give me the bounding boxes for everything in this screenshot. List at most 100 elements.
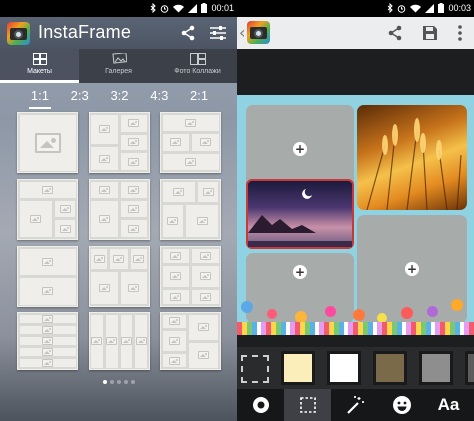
swatch-color[interactable] (419, 351, 453, 385)
ratio-option[interactable]: 1:1 (28, 88, 52, 109)
layout-cell (19, 278, 76, 305)
page-dot (123, 380, 128, 384)
layout-cell (189, 314, 219, 340)
tab-gallery[interactable]: Галерея (79, 49, 158, 83)
image-placeholder-icon (168, 317, 180, 326)
night-sky-photo (248, 189, 352, 247)
layout-thumbnail[interactable] (88, 312, 150, 370)
smiley-icon (392, 396, 411, 414)
image-placeholder-icon (34, 132, 61, 153)
gallery-icon (111, 53, 127, 64)
image-placeholder-icon (168, 336, 180, 345)
layout-cell (120, 220, 147, 238)
text-tool[interactable]: Aa (425, 389, 472, 421)
layout-cell (192, 266, 219, 287)
layout-cell (162, 353, 187, 368)
share-button[interactable] (385, 23, 405, 43)
image-placeholder-icon (199, 272, 211, 281)
image-placeholder-icon (91, 337, 103, 345)
status-bar: 00:03 (237, 0, 474, 17)
layout-thumbnail[interactable] (17, 179, 78, 240)
layout-cell (197, 181, 219, 203)
image-placeholder-icon (98, 284, 110, 293)
layout-cell (120, 181, 147, 198)
page-dot (130, 380, 135, 384)
layout-cell (162, 266, 189, 287)
layout-thumbnail[interactable] (88, 246, 150, 307)
layout-cell (162, 205, 184, 238)
layout-cell (162, 181, 195, 203)
grid-icon (32, 53, 47, 65)
ratio-option[interactable]: 2:1 (188, 88, 210, 106)
alarm-icon (398, 4, 406, 13)
image-placeholder-icon (42, 257, 53, 266)
layout-cell (91, 200, 118, 238)
back-to-home-button[interactable]: ‹ (237, 21, 270, 45)
canvas-backdrop (237, 335, 474, 347)
image-placeholder-icon (128, 284, 140, 293)
signal-icon (188, 3, 198, 13)
image-placeholder-icon (199, 293, 211, 302)
alarm-icon (161, 4, 169, 13)
image-placeholder-icon (128, 119, 140, 128)
border-tool[interactable] (237, 389, 284, 421)
ratio-option[interactable]: 3:2 (108, 88, 130, 106)
ratio-option[interactable]: 2:3 (69, 88, 91, 106)
layout-tool[interactable] (284, 389, 331, 421)
image-placeholder-icon (42, 185, 53, 194)
more-options-button[interactable] (450, 23, 470, 43)
layout-cell (162, 133, 189, 152)
page-dot (109, 380, 114, 384)
swatch-color[interactable] (281, 351, 315, 385)
effects-tool[interactable] (331, 389, 378, 421)
image-placeholder-icon (120, 337, 132, 345)
floppy-disk-icon (423, 26, 437, 40)
layout-thumbnail[interactable] (88, 112, 150, 173)
image-placeholder-icon (93, 254, 105, 263)
image-placeholder-icon (135, 337, 147, 345)
status-time: 00:03 (448, 3, 471, 13)
layout-thumbnail[interactable] (88, 179, 150, 240)
image-placeholder-icon (199, 251, 211, 260)
adjust-button[interactable] (208, 23, 228, 43)
layout-thumbnail[interactable] (17, 312, 78, 370)
sticker-tool[interactable] (378, 389, 425, 421)
text-aa-icon: Aa (437, 395, 460, 414)
layout-cell (192, 248, 219, 264)
image-placeholder-icon (42, 325, 53, 334)
layout-thumbnail[interactable] (160, 179, 221, 240)
page-dot (102, 380, 107, 384)
photo-slot-night-sky[interactable] (246, 179, 354, 249)
layout-thumbnail[interactable] (160, 312, 221, 370)
layout-thumbnail[interactable] (160, 246, 221, 307)
image-placeholder-icon (168, 356, 180, 365)
collage-editor-screen: 00:03 ‹ + + + Aa (237, 0, 474, 421)
swatch-color[interactable] (465, 351, 474, 385)
photo-slot-wheat[interactable] (357, 105, 467, 210)
swatch-none[interactable] (241, 355, 269, 383)
ratio-option[interactable]: 4:3 (148, 88, 170, 106)
layout-cell (54, 200, 76, 218)
image-placeholder-icon (167, 217, 179, 226)
tab-bar: Макеты Галерея Фото Коллажи (0, 49, 237, 83)
share-button[interactable] (178, 23, 198, 43)
image-placeholder-icon (170, 293, 182, 302)
app-logo-icon (7, 22, 30, 45)
swatch-color[interactable] (373, 351, 407, 385)
image-placeholder-icon (42, 287, 53, 296)
save-button[interactable] (420, 23, 440, 43)
layout-thumbnail[interactable] (17, 246, 78, 307)
swatch-color[interactable] (327, 351, 361, 385)
image-placeholder-icon (170, 138, 182, 147)
layout-cell (91, 181, 118, 198)
add-photo-icon: + (405, 262, 419, 276)
collage-canvas: + + + (237, 95, 474, 335)
layout-thumbnail[interactable] (17, 112, 78, 173)
collage-icon (189, 53, 206, 65)
tab-layouts[interactable]: Макеты (0, 49, 79, 83)
layout-cell (19, 248, 76, 275)
layout-cell (91, 248, 108, 270)
layout-thumbnail[interactable] (160, 112, 221, 173)
tab-photo-collages[interactable]: Фото Коллажи (158, 49, 237, 83)
image-placeholder-icon (30, 215, 42, 224)
